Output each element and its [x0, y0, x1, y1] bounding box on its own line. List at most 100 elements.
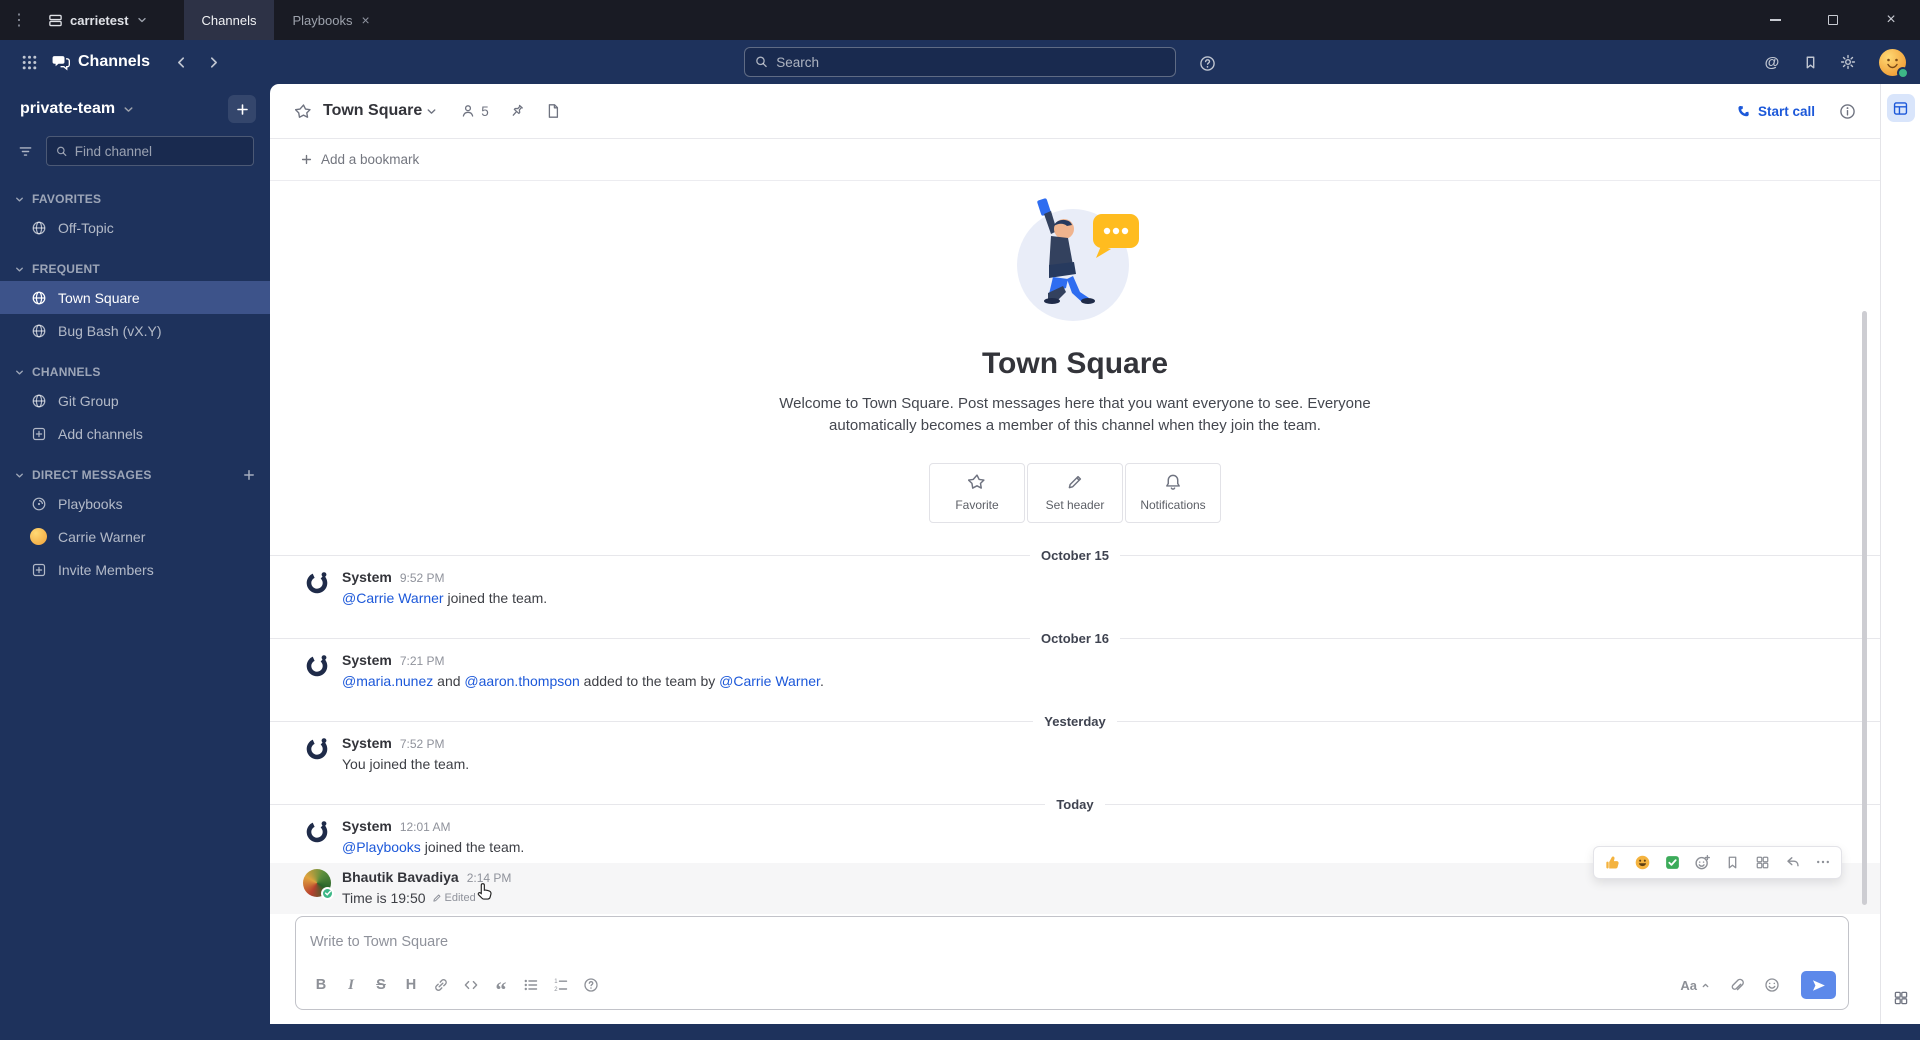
add-direct-message-button[interactable] — [242, 468, 256, 482]
heading-button[interactable]: H — [396, 971, 426, 999]
add-bookmark-label: Add a bookmark — [321, 152, 420, 167]
quote-button[interactable]: “ — [486, 971, 516, 1001]
message-author[interactable]: System — [342, 652, 392, 669]
channel-label: Bug Bash (vX.Y) — [58, 322, 162, 339]
filter-icon[interactable] — [12, 138, 38, 164]
globe-icon — [30, 219, 47, 236]
tab-channels[interactable]: Channels — [183, 0, 275, 40]
close-window-button[interactable]: × — [1862, 0, 1920, 40]
check-mark-reaction-button[interactable] — [1659, 850, 1686, 875]
channel-name-menu[interactable]: Town Square — [323, 102, 422, 120]
channel-intro-title: Town Square — [981, 347, 1169, 380]
italic-button[interactable]: I — [336, 971, 366, 999]
add-channel-plus-button[interactable] — [228, 95, 256, 123]
product-title[interactable]: Channels — [52, 53, 150, 71]
window-tabs: Channels Playbooks × — [183, 0, 388, 40]
bold-button[interactable]: B — [306, 971, 336, 999]
tab-playbooks[interactable]: Playbooks × — [274, 0, 387, 40]
search-input[interactable] — [776, 54, 1165, 70]
maximize-button[interactable] — [1804, 0, 1862, 40]
add-reaction-button[interactable] — [1689, 850, 1716, 875]
formatting-help-button[interactable] — [576, 971, 606, 999]
show-formatting-button[interactable]: Aa — [1673, 978, 1717, 993]
numbered-list-button[interactable]: 12 — [546, 971, 576, 999]
minimize-button[interactable] — [1746, 0, 1804, 40]
set-header-button[interactable]: Set header — [1027, 462, 1123, 523]
sidebar-section-channels: CHANNELS Git Group Add channels — [0, 361, 270, 450]
sidebar-item-playbooks-dm[interactable]: Playbooks — [0, 487, 270, 520]
system-avatar[interactable] — [303, 652, 331, 680]
saved-messages-button[interactable] — [1795, 47, 1825, 77]
find-channel-input[interactable] — [74, 143, 244, 159]
add-bookmark-button[interactable]: Add a bookmark — [270, 139, 1880, 181]
sidebar-item-town-square[interactable]: Town Square — [0, 281, 270, 314]
start-call-button[interactable]: Start call — [1736, 104, 1815, 119]
mention-link[interactable]: @Carrie Warner — [342, 590, 444, 606]
back-button[interactable] — [166, 47, 196, 77]
save-message-button[interactable] — [1719, 850, 1746, 875]
attach-file-button[interactable] — [1722, 971, 1752, 999]
section-header[interactable]: CHANNELS — [0, 361, 270, 384]
help-button[interactable] — [1192, 48, 1222, 78]
edited-indicator: Edited — [432, 888, 476, 908]
sidebar-item-off-topic[interactable]: Off-Topic — [0, 211, 270, 244]
bulleted-list-button[interactable] — [516, 971, 546, 999]
sidebar-item-bug-bash[interactable]: Bug Bash (vX.Y) — [0, 314, 270, 347]
mention-link[interactable]: @maria.nunez — [342, 673, 433, 689]
sidebar-section-favorites: FAVORITES Off-Topic — [0, 188, 270, 244]
section-header[interactable]: DIRECT MESSAGES — [0, 464, 270, 487]
close-tab-icon[interactable]: × — [361, 13, 369, 27]
grinning-reaction-button[interactable] — [1629, 850, 1656, 875]
message-author[interactable]: System — [342, 818, 392, 835]
channel-info-button[interactable] — [1839, 103, 1856, 120]
message-input[interactable] — [296, 917, 1848, 967]
sidebar-item-git-group[interactable]: Git Group — [0, 384, 270, 417]
sidebar-item-carrie-warner[interactable]: Carrie Warner — [0, 520, 270, 553]
members-button[interactable]: 5 — [460, 103, 489, 119]
system-avatar[interactable] — [303, 569, 331, 597]
more-actions-button[interactable] — [1809, 850, 1836, 875]
settings-button[interactable] — [1833, 47, 1863, 77]
sidebar-item-invite-members[interactable]: Invite Members — [0, 553, 270, 586]
favorite-star-button[interactable] — [295, 103, 312, 120]
sidebar-item-add-channels[interactable]: Add channels — [0, 417, 270, 450]
favorite-button[interactable]: Favorite — [929, 462, 1025, 523]
mentions-button[interactable]: @ — [1757, 47, 1787, 77]
maximize-icon — [1828, 15, 1838, 25]
user-avatar[interactable] — [1879, 48, 1909, 79]
message-author[interactable]: System — [342, 735, 392, 752]
forward-button[interactable] — [198, 47, 228, 77]
message-apps-button[interactable] — [1749, 850, 1776, 875]
thumbs-up-reaction-button[interactable] — [1599, 850, 1626, 875]
mention-link[interactable]: @Carrie Warner — [719, 673, 820, 689]
send-message-button[interactable] — [1801, 971, 1836, 999]
mention-link[interactable]: @Playbooks — [342, 839, 421, 855]
scrollbar-thumb[interactable] — [1862, 311, 1867, 905]
apps-grid-button[interactable] — [1887, 984, 1915, 1012]
question-circle-icon — [1199, 55, 1215, 71]
notifications-button[interactable]: Notifications — [1125, 462, 1221, 523]
team-name-menu[interactable]: private-team — [20, 100, 115, 118]
message-author[interactable]: Bhautik Bavadiya — [342, 869, 459, 886]
strikethrough-button[interactable]: S — [366, 971, 396, 999]
app-menu-icon[interactable]: ⋮ — [0, 10, 38, 30]
emoji-picker-button[interactable] — [1757, 971, 1787, 999]
message-author[interactable]: System — [342, 569, 392, 586]
product-switcher-button[interactable] — [14, 47, 44, 77]
find-channel-box[interactable] — [46, 136, 254, 166]
system-avatar[interactable] — [303, 735, 331, 763]
members-icon — [463, 105, 474, 117]
system-avatar[interactable] — [303, 818, 331, 846]
global-search[interactable] — [744, 47, 1176, 77]
user-avatar[interactable] — [303, 868, 334, 900]
section-header[interactable]: FREQUENT — [0, 258, 270, 281]
active-app-button[interactable] — [1886, 94, 1915, 122]
link-button[interactable] — [426, 971, 456, 999]
section-header[interactable]: FAVORITES — [0, 188, 270, 211]
reply-button[interactable] — [1779, 850, 1806, 875]
pinned-posts-button[interactable] — [509, 103, 525, 119]
code-button[interactable] — [456, 971, 486, 999]
server-switcher[interactable]: carrietest — [38, 0, 158, 40]
channel-files-button[interactable] — [545, 103, 561, 119]
mention-link[interactable]: @aaron.thompson — [464, 673, 579, 689]
